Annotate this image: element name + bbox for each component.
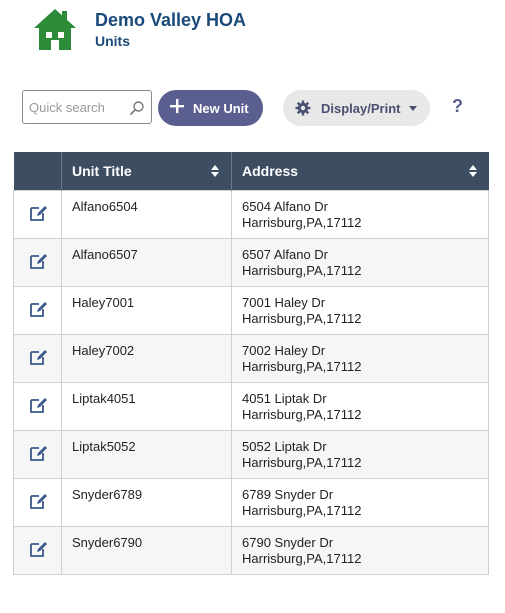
unit-title-cell: Snyder6790 xyxy=(61,526,232,575)
unit-title: Alfano6507 xyxy=(72,247,138,262)
table-row[interactable]: Liptak4051 4051 Liptak Dr Harrisburg,PA,1… xyxy=(13,382,489,431)
table-row[interactable]: Alfano6507 6507 Alfano Dr Harrisburg,PA,1… xyxy=(13,238,489,287)
edit-icon[interactable] xyxy=(29,396,47,414)
edit-cell[interactable] xyxy=(13,382,62,431)
search-box[interactable] xyxy=(22,90,152,124)
edit-cell[interactable] xyxy=(13,238,62,287)
table-header-row: Unit Title Address xyxy=(13,152,489,191)
edit-icon[interactable] xyxy=(29,252,47,270)
app-header: Demo Valley HOA Units xyxy=(0,0,505,60)
address-city: Harrisburg,PA,17112 xyxy=(242,263,362,278)
chevron-down-icon xyxy=(409,106,417,111)
edit-cell[interactable] xyxy=(13,334,62,383)
address-street: 7002 Haley Dr xyxy=(242,343,326,358)
address-cell: 6789 Snyder Dr Harrisburg,PA,17112 xyxy=(231,478,489,527)
address-cell: 7002 Haley Dr Harrisburg,PA,17112 xyxy=(231,334,489,383)
address-cell: 4051 Liptak Dr Harrisburg,PA,17112 xyxy=(231,382,489,431)
sort-icon[interactable] xyxy=(211,165,219,177)
edit-icon[interactable] xyxy=(29,540,47,558)
unit-title-cell: Alfano6507 xyxy=(61,238,232,287)
address-street: 4051 Liptak Dr xyxy=(242,391,327,406)
unit-title: Liptak4051 xyxy=(72,391,136,406)
unit-title-cell: Snyder6789 xyxy=(61,478,232,527)
edit-icon[interactable] xyxy=(29,300,47,318)
search-icon[interactable] xyxy=(129,100,145,116)
address-city: Harrisburg,PA,17112 xyxy=(242,503,362,518)
table-row[interactable]: Liptak5052 5052 Liptak Dr Harrisburg,PA,1… xyxy=(13,430,489,479)
table-row[interactable]: Alfano6504 6504 Alfano Dr Harrisburg,PA,1… xyxy=(13,190,489,239)
unit-title: Haley7002 xyxy=(72,343,135,358)
plus-icon xyxy=(170,99,184,113)
unit-title: Haley7001 xyxy=(72,295,135,310)
toolbar: New Unit Display/Print ? xyxy=(0,88,505,128)
edit-column-header xyxy=(13,152,62,191)
unit-title: Liptak5052 xyxy=(72,439,136,454)
unit-title: Snyder6790 xyxy=(72,535,143,550)
address-cell: 6507 Alfano Dr Harrisburg,PA,17112 xyxy=(231,238,489,287)
unit-title: Snyder6789 xyxy=(72,487,143,502)
address-cell: 6790 Snyder Dr Harrisburg,PA,17112 xyxy=(231,526,489,575)
unit-title-header-label: Unit Title xyxy=(72,163,132,179)
address-street: 6789 Snyder Dr xyxy=(242,487,334,502)
help-button[interactable]: ? xyxy=(452,96,463,117)
gear-icon xyxy=(295,100,311,116)
unit-title-cell: Liptak5052 xyxy=(61,430,232,479)
new-unit-button[interactable]: New Unit xyxy=(158,90,263,126)
display-print-button[interactable]: Display/Print xyxy=(283,90,430,126)
house-icon xyxy=(34,9,76,50)
edit-icon[interactable] xyxy=(29,348,47,366)
unit-title-cell: Haley7001 xyxy=(61,286,232,335)
units-table-body: Alfano6504 6504 Alfano Dr Harrisburg,PA,1… xyxy=(13,190,489,575)
display-print-label: Display/Print xyxy=(321,101,401,116)
edit-cell[interactable] xyxy=(13,430,62,479)
table-row[interactable]: Haley7002 7002 Haley Dr Harrisburg,PA,171… xyxy=(13,334,489,383)
search-input[interactable] xyxy=(29,97,129,117)
edit-icon[interactable] xyxy=(29,444,47,462)
edit-icon[interactable] xyxy=(29,492,47,510)
address-column-header[interactable]: Address xyxy=(231,152,489,191)
address-street: 7001 Haley Dr xyxy=(242,295,326,310)
address-cell: 7001 Haley Dr Harrisburg,PA,17112 xyxy=(231,286,489,335)
table-row[interactable]: Snyder6790 6790 Snyder Dr Harrisburg,PA,1… xyxy=(13,526,489,575)
address-city: Harrisburg,PA,17112 xyxy=(242,551,362,566)
edit-cell[interactable] xyxy=(13,286,62,335)
edit-icon[interactable] xyxy=(29,204,47,222)
address-city: Harrisburg,PA,17112 xyxy=(242,455,362,470)
address-city: Harrisburg,PA,17112 xyxy=(242,359,362,374)
address-city: Harrisburg,PA,17112 xyxy=(242,407,362,422)
edit-cell[interactable] xyxy=(13,478,62,527)
address-cell: 6504 Alfano Dr Harrisburg,PA,17112 xyxy=(231,190,489,239)
unit-title-cell: Alfano6504 xyxy=(61,190,232,239)
unit-title: Alfano6504 xyxy=(72,199,138,214)
address-cell: 5052 Liptak Dr Harrisburg,PA,17112 xyxy=(231,430,489,479)
table-row[interactable]: Snyder6789 6789 Snyder Dr Harrisburg,PA,1… xyxy=(13,478,489,527)
unit-title-cell: Liptak4051 xyxy=(61,382,232,431)
sort-icon[interactable] xyxy=(468,165,477,177)
address-city: Harrisburg,PA,17112 xyxy=(242,311,362,326)
org-name: Demo Valley HOA xyxy=(95,10,247,30)
page-title: Units xyxy=(95,33,130,49)
address-street: 6507 Alfano Dr xyxy=(242,247,329,262)
address-header-label: Address xyxy=(242,163,299,179)
address-street: 6790 Snyder Dr xyxy=(242,535,334,550)
unit-title-cell: Haley7002 xyxy=(61,334,232,383)
address-street: 5052 Liptak Dr xyxy=(242,439,327,454)
new-unit-label: New Unit xyxy=(193,101,249,116)
address-city: Harrisburg,PA,17112 xyxy=(242,215,362,230)
units-table: Unit Title Address Alfano6504 6504 Alfan… xyxy=(13,152,489,575)
unit-title-column-header[interactable]: Unit Title xyxy=(61,152,232,191)
address-street: 6504 Alfano Dr xyxy=(242,199,329,214)
edit-cell[interactable] xyxy=(13,526,62,575)
table-row[interactable]: Haley7001 7001 Haley Dr Harrisburg,PA,171… xyxy=(13,286,489,335)
edit-cell[interactable] xyxy=(13,190,62,239)
